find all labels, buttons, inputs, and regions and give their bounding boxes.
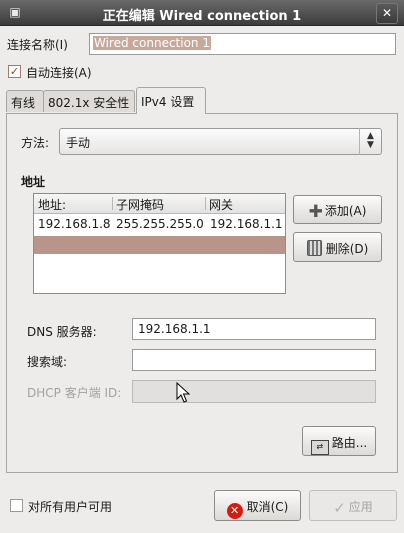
all-users-checkbox[interactable] (10, 499, 23, 512)
column-header-gateway[interactable]: 网关 (209, 196, 233, 213)
window-title: 正在编辑 Wired connection 1 (102, 9, 302, 24)
netmask-cell[interactable]: 255.255.255.0 (116, 217, 204, 231)
apply-button-label: 应用 (348, 500, 373, 514)
routes-icon: ⇄ (310, 440, 329, 455)
method-value: 手动 (66, 136, 91, 150)
title-bar: ▣ 正在编辑 Wired connection 1 ✕ (0, 0, 404, 26)
connection-name-value: Wired connection 1 (93, 36, 211, 50)
delete-button-label: 删除(D) (325, 242, 369, 256)
selected-empty-row[interactable] (34, 236, 285, 254)
checkmark-icon: ✓ (333, 499, 346, 517)
spin-arrows-icon: ▲ ▼ (359, 128, 381, 155)
autoconnect-checkbox[interactable]: ✓ (8, 65, 21, 78)
trash-icon (306, 240, 322, 256)
close-icon: ✕ (381, 6, 393, 20)
connection-name-label: 连接名称(I) (7, 38, 68, 52)
apply-button[interactable]: ✓ 应用 (309, 490, 397, 521)
close-button[interactable]: ✕ (376, 3, 398, 24)
addresses-heading: 地址 (21, 175, 46, 189)
tab-8021x-security[interactable]: 802.1x 安全性 (43, 90, 135, 112)
dns-servers-label: DNS 服务器: (27, 325, 97, 339)
dns-servers-input[interactable]: 192.168.1.1 (132, 318, 376, 340)
cancel-icon: ✕ (226, 503, 243, 519)
all-users-label[interactable]: 对所有用户可用 (28, 498, 112, 515)
gateway-cell[interactable]: 192.168.1.1 (210, 217, 283, 231)
address-cell[interactable]: 192.168.1.8 (38, 217, 111, 231)
table-header: 地址: 子网掩码 网关 (34, 194, 285, 214)
cancel-button-label: 取消(C) (246, 500, 289, 514)
dhcp-client-id-input (132, 380, 376, 403)
add-button-label: 添加(A) (324, 204, 367, 218)
search-domains-input[interactable] (132, 349, 376, 371)
cancel-button[interactable]: ✕ 取消(C) (214, 490, 301, 521)
autoconnect-label[interactable]: 自动连接(A) (26, 64, 92, 81)
column-header-netmask[interactable]: 子网掩码 (116, 196, 164, 213)
connection-name-input[interactable]: Wired connection 1 (89, 33, 396, 55)
mouse-cursor-icon (176, 382, 190, 403)
column-header-address[interactable]: 地址: (38, 196, 66, 213)
add-icon: ✚ (308, 202, 323, 222)
delete-address-button[interactable]: 删除(D) (293, 232, 382, 262)
add-address-button[interactable]: ✚ 添加(A) (293, 195, 382, 224)
tab-wired[interactable]: 有线 (6, 90, 44, 112)
addresses-table[interactable]: 地址: 子网掩码 网关 192.168.1.8 255.255.255.0 19… (33, 193, 286, 294)
routes-button[interactable]: ⇄ 路由... (302, 426, 376, 456)
method-select[interactable]: 手动 (59, 128, 382, 155)
routes-button-label: 路由... (331, 436, 368, 450)
tab-ipv4-settings[interactable]: IPv4 设置 (136, 87, 206, 114)
method-label: 方法: (21, 136, 50, 150)
search-domains-label: 搜索域: (27, 355, 68, 369)
dhcp-client-id-label: DHCP 客户端 ID: (27, 386, 122, 400)
